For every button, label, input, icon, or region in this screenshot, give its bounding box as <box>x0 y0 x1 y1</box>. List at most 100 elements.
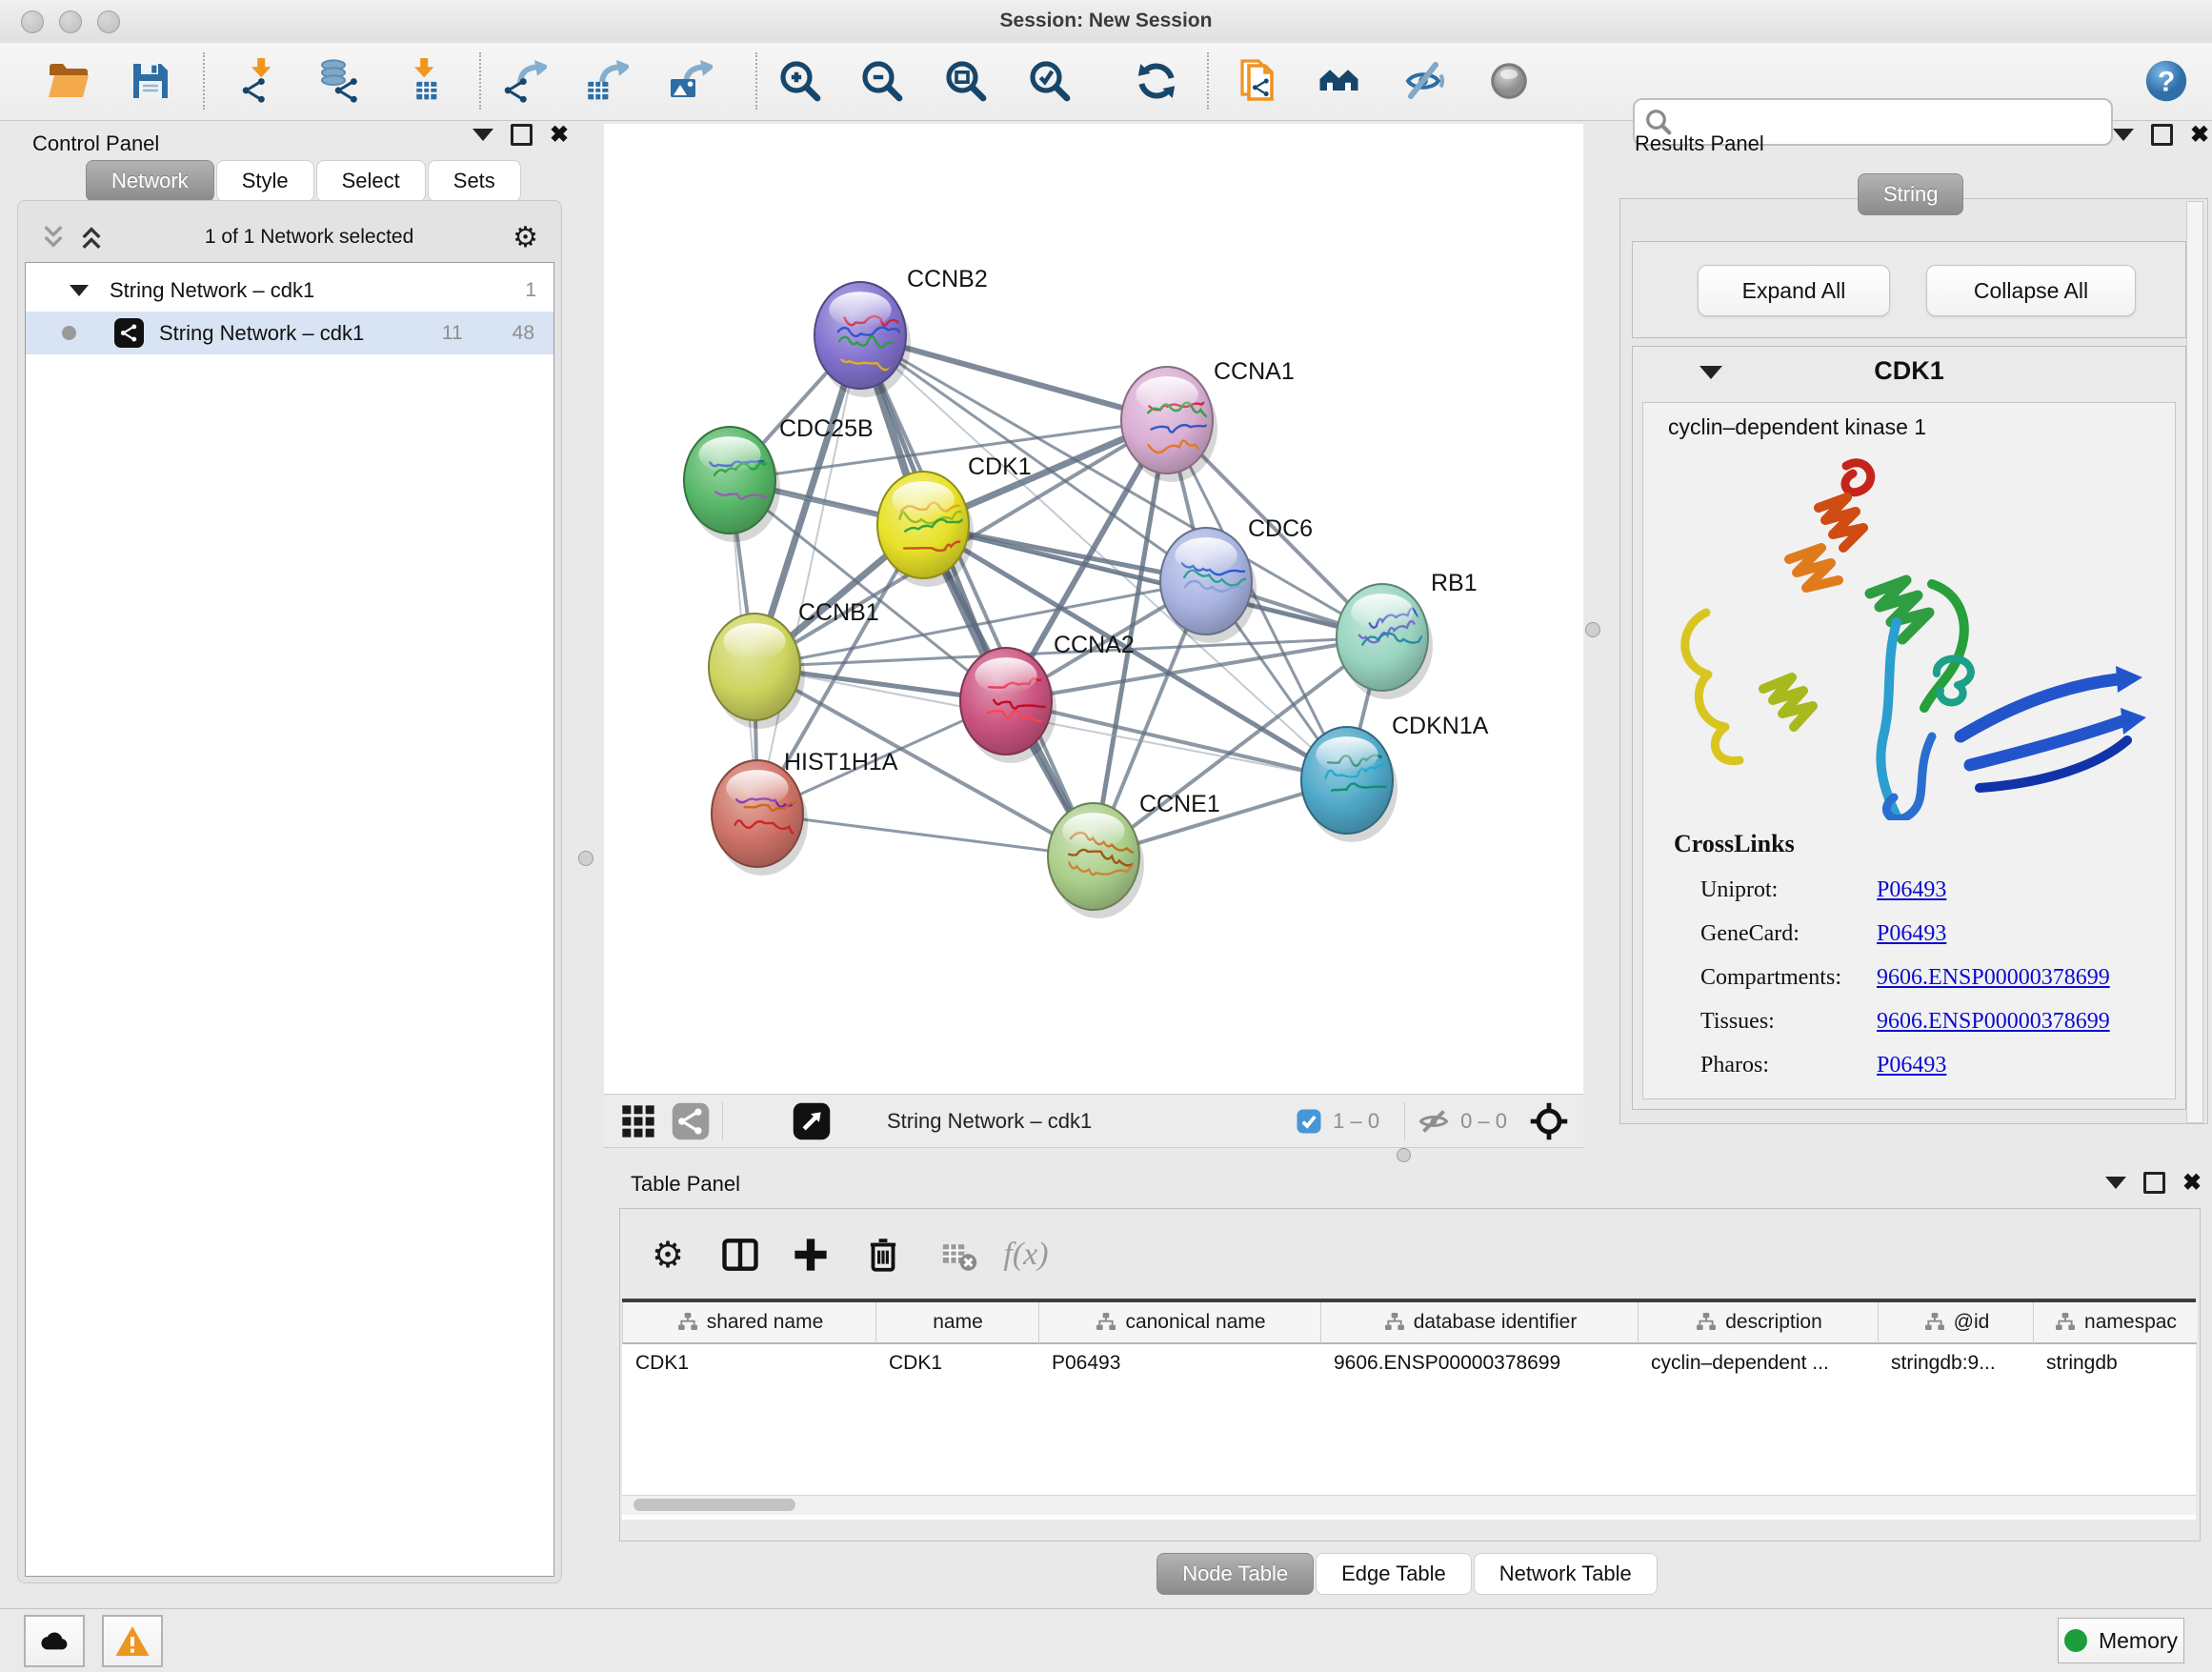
results-scrollbar[interactable] <box>2186 201 2203 1123</box>
network-canvas[interactable]: CCNB2CCNA1CDC25BCDK1CDC6RB1CCNB1CCNA2CDK… <box>604 124 1583 1094</box>
crosslink-value-link[interactable]: P06493 <box>1877 1053 1946 1078</box>
column-header-description[interactable]: description <box>1638 1302 1879 1344</box>
node-cdc25b[interactable] <box>684 427 780 542</box>
network-collection-row[interactable]: String Network – cdk1 1 <box>26 269 553 312</box>
column-header-name[interactable]: name <box>875 1302 1039 1344</box>
crosslink-value-link[interactable]: P06493 <box>1877 921 1946 947</box>
collapse-all-button[interactable]: Collapse All <box>1926 265 2136 316</box>
zoom-in-button[interactable] <box>775 56 825 106</box>
string-show-hide-button[interactable] <box>1400 56 1450 106</box>
help-button[interactable]: ? <box>2142 56 2191 106</box>
import-network-from-database-button[interactable] <box>314 56 364 106</box>
add-column-button[interactable] <box>786 1230 835 1279</box>
table-cell: CDK1 <box>875 1344 1038 1382</box>
scrollbar-thumb[interactable] <box>633 1499 795 1511</box>
node-label: CDC6 <box>1248 515 1313 542</box>
column-header-@id[interactable]: @id <box>1878 1302 2034 1344</box>
collapse-all-icon[interactable] <box>39 223 68 252</box>
delete-column-button[interactable] <box>858 1230 908 1279</box>
panel-float-icon[interactable] <box>2151 124 2173 146</box>
zoom-selected-button[interactable] <box>1025 56 1075 106</box>
node-label: CDKN1A <box>1392 713 1489 739</box>
fit-crosshair-icon[interactable] <box>1528 1100 1570 1142</box>
selected-checkbox-icon[interactable] <box>1295 1107 1323 1136</box>
network-row-selected[interactable]: String Network – cdk1 11 48 <box>26 312 553 354</box>
node-hist1h1a[interactable] <box>712 760 808 876</box>
node-rb1[interactable] <box>1337 584 1435 699</box>
network-options-gear-icon[interactable]: ⚙ <box>513 221 538 254</box>
crosslink-label: GeneCard: <box>1700 921 1877 947</box>
birds-eye-view-icon[interactable] <box>792 1101 832 1141</box>
panel-minimize-icon[interactable] <box>2105 1177 2126 1189</box>
memory-button[interactable]: Memory <box>2058 1618 2184 1663</box>
gray-lens-icon <box>1486 58 1532 104</box>
tab-sets[interactable]: Sets <box>428 160 521 202</box>
string-results-container: Expand All Collapse All CDK1 cyclin–depe… <box>1619 198 2208 1124</box>
export-image-button[interactable] <box>665 56 714 106</box>
string-glass-button[interactable] <box>1484 56 1534 106</box>
right-splitter-handle[interactable] <box>1585 622 1600 637</box>
show-columns-button[interactable] <box>715 1230 765 1279</box>
string-import-button[interactable] <box>1234 56 1283 106</box>
zoom-out-button[interactable] <box>857 56 907 106</box>
node-ccne1[interactable] <box>1048 803 1144 918</box>
panel-minimize-icon[interactable] <box>2113 129 2134 141</box>
refresh-network-button[interactable] <box>1132 56 1181 106</box>
bottom-splitter-handle[interactable] <box>1397 1148 1411 1162</box>
save-session-button[interactable] <box>126 56 175 106</box>
crosslink-value-link[interactable]: P06493 <box>1877 877 1946 903</box>
open-session-button[interactable] <box>44 56 93 106</box>
import-network-from-file-button[interactable] <box>233 56 283 106</box>
string-home-button[interactable] <box>1317 56 1366 106</box>
tab-style[interactable]: Style <box>216 160 314 202</box>
zoom-fit-button[interactable] <box>941 56 991 106</box>
node-label: HIST1H1A <box>784 749 898 776</box>
panel-close-icon[interactable]: ✖ <box>550 127 569 143</box>
crosslinks-title: CrossLinks <box>1674 830 1795 858</box>
crosslink-value-link[interactable]: 9606.ENSP00000378699 <box>1877 1009 2110 1035</box>
tab-string[interactable]: String <box>1858 173 1963 215</box>
export-network-button[interactable] <box>499 56 549 106</box>
node-ccnb2[interactable] <box>814 282 911 397</box>
panel-close-icon[interactable]: ✖ <box>2182 1175 2202 1191</box>
tab-edge-table[interactable]: Edge Table <box>1316 1553 1472 1595</box>
tab-node-table[interactable]: Node Table <box>1156 1553 1314 1595</box>
column-header-canonical-name[interactable]: canonical name <box>1038 1302 1321 1344</box>
tab-network-table[interactable]: Network Table <box>1474 1553 1658 1595</box>
left-splitter-handle[interactable] <box>578 851 593 866</box>
tab-network[interactable]: Network <box>86 160 214 202</box>
warnings-button[interactable] <box>102 1615 163 1667</box>
node-cdk1[interactable] <box>877 472 989 587</box>
panel-float-icon[interactable] <box>511 124 533 146</box>
delete-table-button[interactable] <box>935 1230 984 1279</box>
panel-close-icon[interactable]: ✖ <box>2190 127 2209 143</box>
import-table-icon <box>400 58 446 104</box>
import-database-icon <box>316 58 362 104</box>
column-header-namespac[interactable]: namespac <box>2033 1302 2197 1344</box>
expand-all-icon[interactable] <box>77 223 106 252</box>
node-cdkn1a[interactable] <box>1301 727 1402 842</box>
table-panel: Table Panel ✖ ⚙ f(x) shared namenamecano… <box>604 1166 2212 1597</box>
tree-expand-icon[interactable] <box>70 285 89 296</box>
network-view-icon[interactable] <box>671 1101 711 1141</box>
column-header-shared-name[interactable]: shared name <box>622 1302 876 1344</box>
panel-float-icon[interactable] <box>2143 1172 2165 1194</box>
column-header-database-identifier[interactable]: database identifier <box>1320 1302 1639 1344</box>
zoom-fit-icon <box>943 58 989 104</box>
grid-view-icon[interactable] <box>619 1102 657 1140</box>
panel-minimize-icon[interactable] <box>473 129 493 141</box>
network-graph[interactable]: CCNB2CCNA1CDC25BCDK1CDC6RB1CCNB1CCNA2CDK… <box>604 124 1583 1094</box>
node-cdc6[interactable] <box>1160 528 1266 643</box>
crosslink-value-link[interactable]: 9606.ENSP00000378699 <box>1877 965 2110 991</box>
expand-collapse-box: Expand All Collapse All <box>1632 241 2186 338</box>
table-options-gear-icon[interactable]: ⚙ <box>643 1230 693 1279</box>
save-floppy-icon <box>128 58 173 104</box>
trash-icon <box>863 1235 903 1275</box>
import-table-from-file-button[interactable] <box>398 56 448 106</box>
tab-select[interactable]: Select <box>316 160 426 202</box>
export-table-button[interactable] <box>581 56 631 106</box>
expand-all-button[interactable]: Expand All <box>1698 265 1890 316</box>
node-ccnb1[interactable] <box>709 614 805 729</box>
function-builder-button[interactable]: f(x) <box>1001 1230 1051 1279</box>
cloud-button[interactable] <box>24 1615 85 1667</box>
